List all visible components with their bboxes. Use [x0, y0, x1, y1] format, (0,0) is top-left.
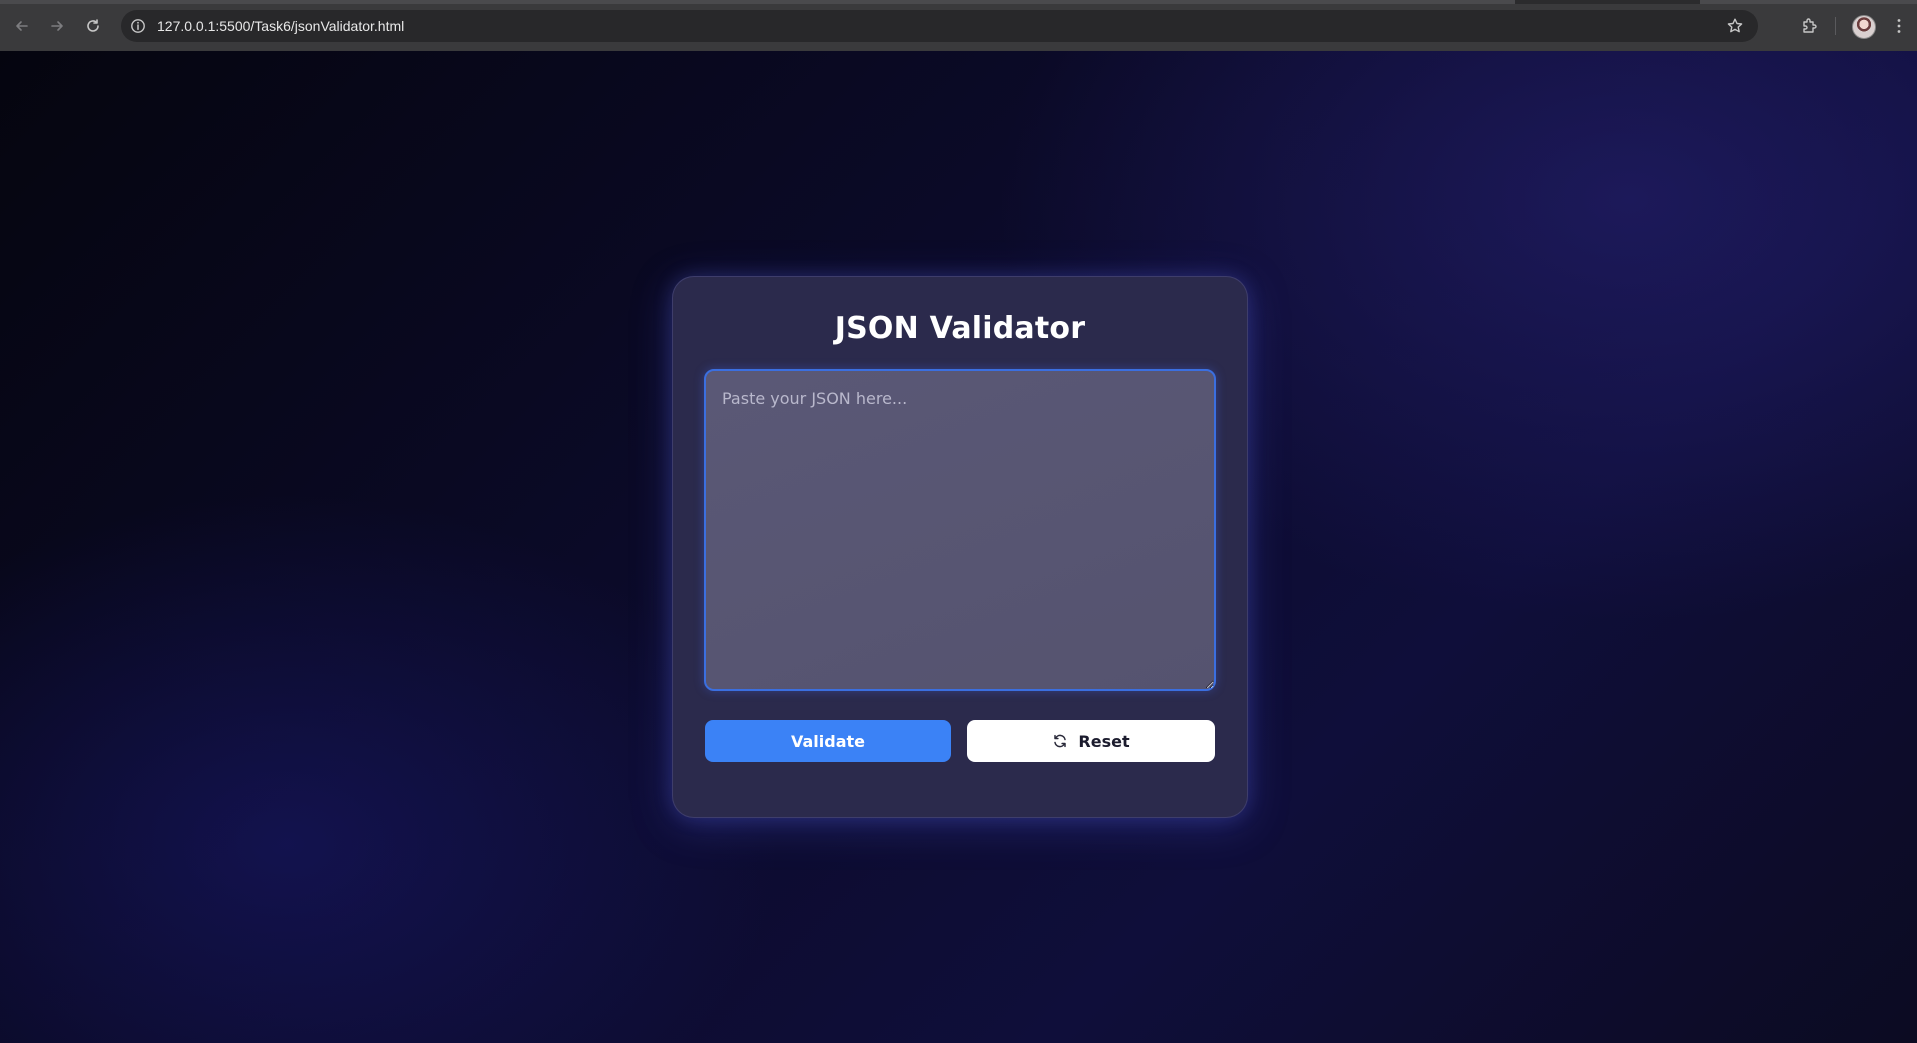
- tab-strip-segment: [1700, 0, 1917, 4]
- browser-menu-button[interactable]: [1887, 14, 1911, 38]
- bookmark-star-icon[interactable]: [1726, 17, 1744, 35]
- page-background: JSON Validator Validate Reset: [0, 51, 1917, 1043]
- back-button[interactable]: [10, 14, 34, 38]
- validator-card: JSON Validator Validate Reset: [672, 276, 1248, 818]
- reload-button[interactable]: [81, 14, 105, 38]
- reset-button-label: Reset: [1078, 731, 1130, 751]
- toolbar-divider: [1835, 17, 1836, 35]
- reset-button[interactable]: Reset: [967, 720, 1215, 762]
- back-icon: [16, 21, 28, 31]
- json-input[interactable]: [704, 369, 1216, 691]
- refresh-icon: [1054, 734, 1067, 748]
- tab-strip-segment: [0, 0, 1515, 4]
- browser-toolbar: 127.0.0.1:5500/Task6/jsonValidator.html: [0, 0, 1917, 51]
- forward-button[interactable]: [45, 14, 69, 38]
- forward-icon: [51, 21, 63, 31]
- menu-icon: [1897, 19, 1901, 33]
- address-bar[interactable]: 127.0.0.1:5500/Task6/jsonValidator.html: [121, 10, 1758, 42]
- validate-button[interactable]: Validate: [705, 720, 951, 762]
- extensions-icon: [1803, 18, 1817, 33]
- tab-strip: [0, 0, 1917, 4]
- extensions-button[interactable]: [1797, 14, 1821, 38]
- site-info-icon[interactable]: [130, 18, 146, 34]
- reload-icon: [87, 19, 99, 32]
- profile-avatar[interactable]: [1852, 15, 1876, 39]
- url-text[interactable]: 127.0.0.1:5500/Task6/jsonValidator.html: [157, 18, 404, 34]
- validate-button-label: Validate: [790, 731, 866, 751]
- page-title: JSON Validator: [834, 311, 1086, 346]
